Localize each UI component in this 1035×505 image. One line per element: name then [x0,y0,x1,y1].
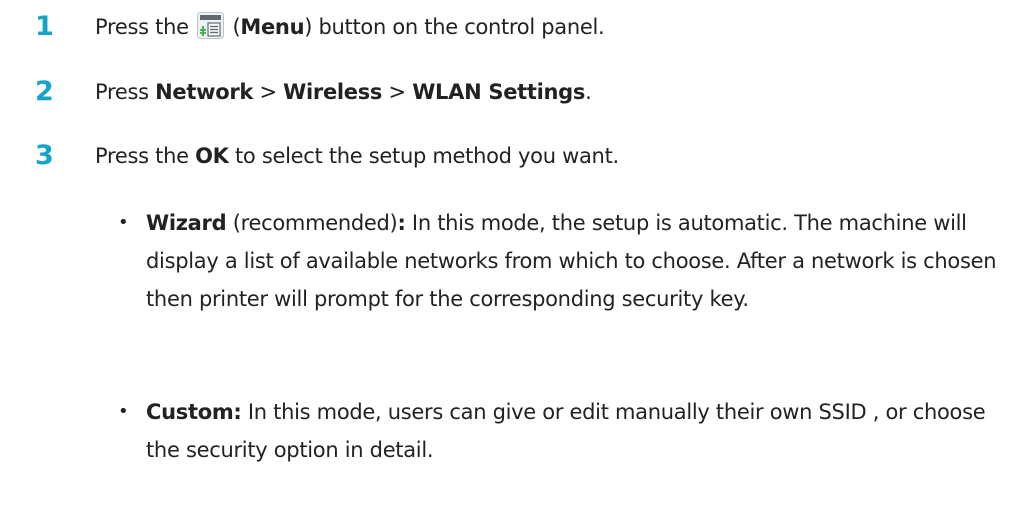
bullet-description: In this mode, users can give or edit man… [146,400,986,462]
menu-path-wlan-settings: WLAN Settings [412,80,586,104]
step-text: Press the OK to select the setup method … [95,141,619,171]
menu-path-separator: > [253,80,284,104]
step-text-part: Press [95,80,156,104]
ok-label: OK [195,144,229,168]
menu-path-network: Network [155,80,254,104]
step-text-part: ) button on the control panel. [304,15,605,39]
step-text-part: ( [226,15,241,39]
menu-path-separator: > [382,80,413,104]
bullet-marker: • [118,401,129,422]
step-text: Press Network > Wireless > WLAN Settings… [95,77,592,107]
custom-label: Custom: [146,400,242,424]
step-text-part: Press the [95,15,196,39]
instruction-page: 1 Press the (Menu) button on the control… [0,0,1035,505]
step-text: Press the (Menu) button on the control p… [95,12,605,42]
wizard-label: Wizard [146,211,227,235]
step-text-part: Press the [95,144,196,168]
step-number: 3 [35,140,54,171]
bullet-text: Custom: In this mode, users can give or … [146,393,1006,469]
step-text-part: . [585,80,592,104]
menu-icon [197,12,225,39]
bullet-text: Wizard (recommended): In this mode, the … [146,204,1006,318]
step-number: 2 [35,76,54,107]
menu-path-wireless: Wireless [283,80,383,104]
bullet-marker: • [118,212,129,233]
step-text-part: to select the setup method you want. [228,144,619,168]
menu-label: Menu [240,15,305,39]
bullet-text-part: (recommended) [226,211,398,235]
bullet-colon: : [397,211,406,235]
step-number: 1 [35,11,54,42]
